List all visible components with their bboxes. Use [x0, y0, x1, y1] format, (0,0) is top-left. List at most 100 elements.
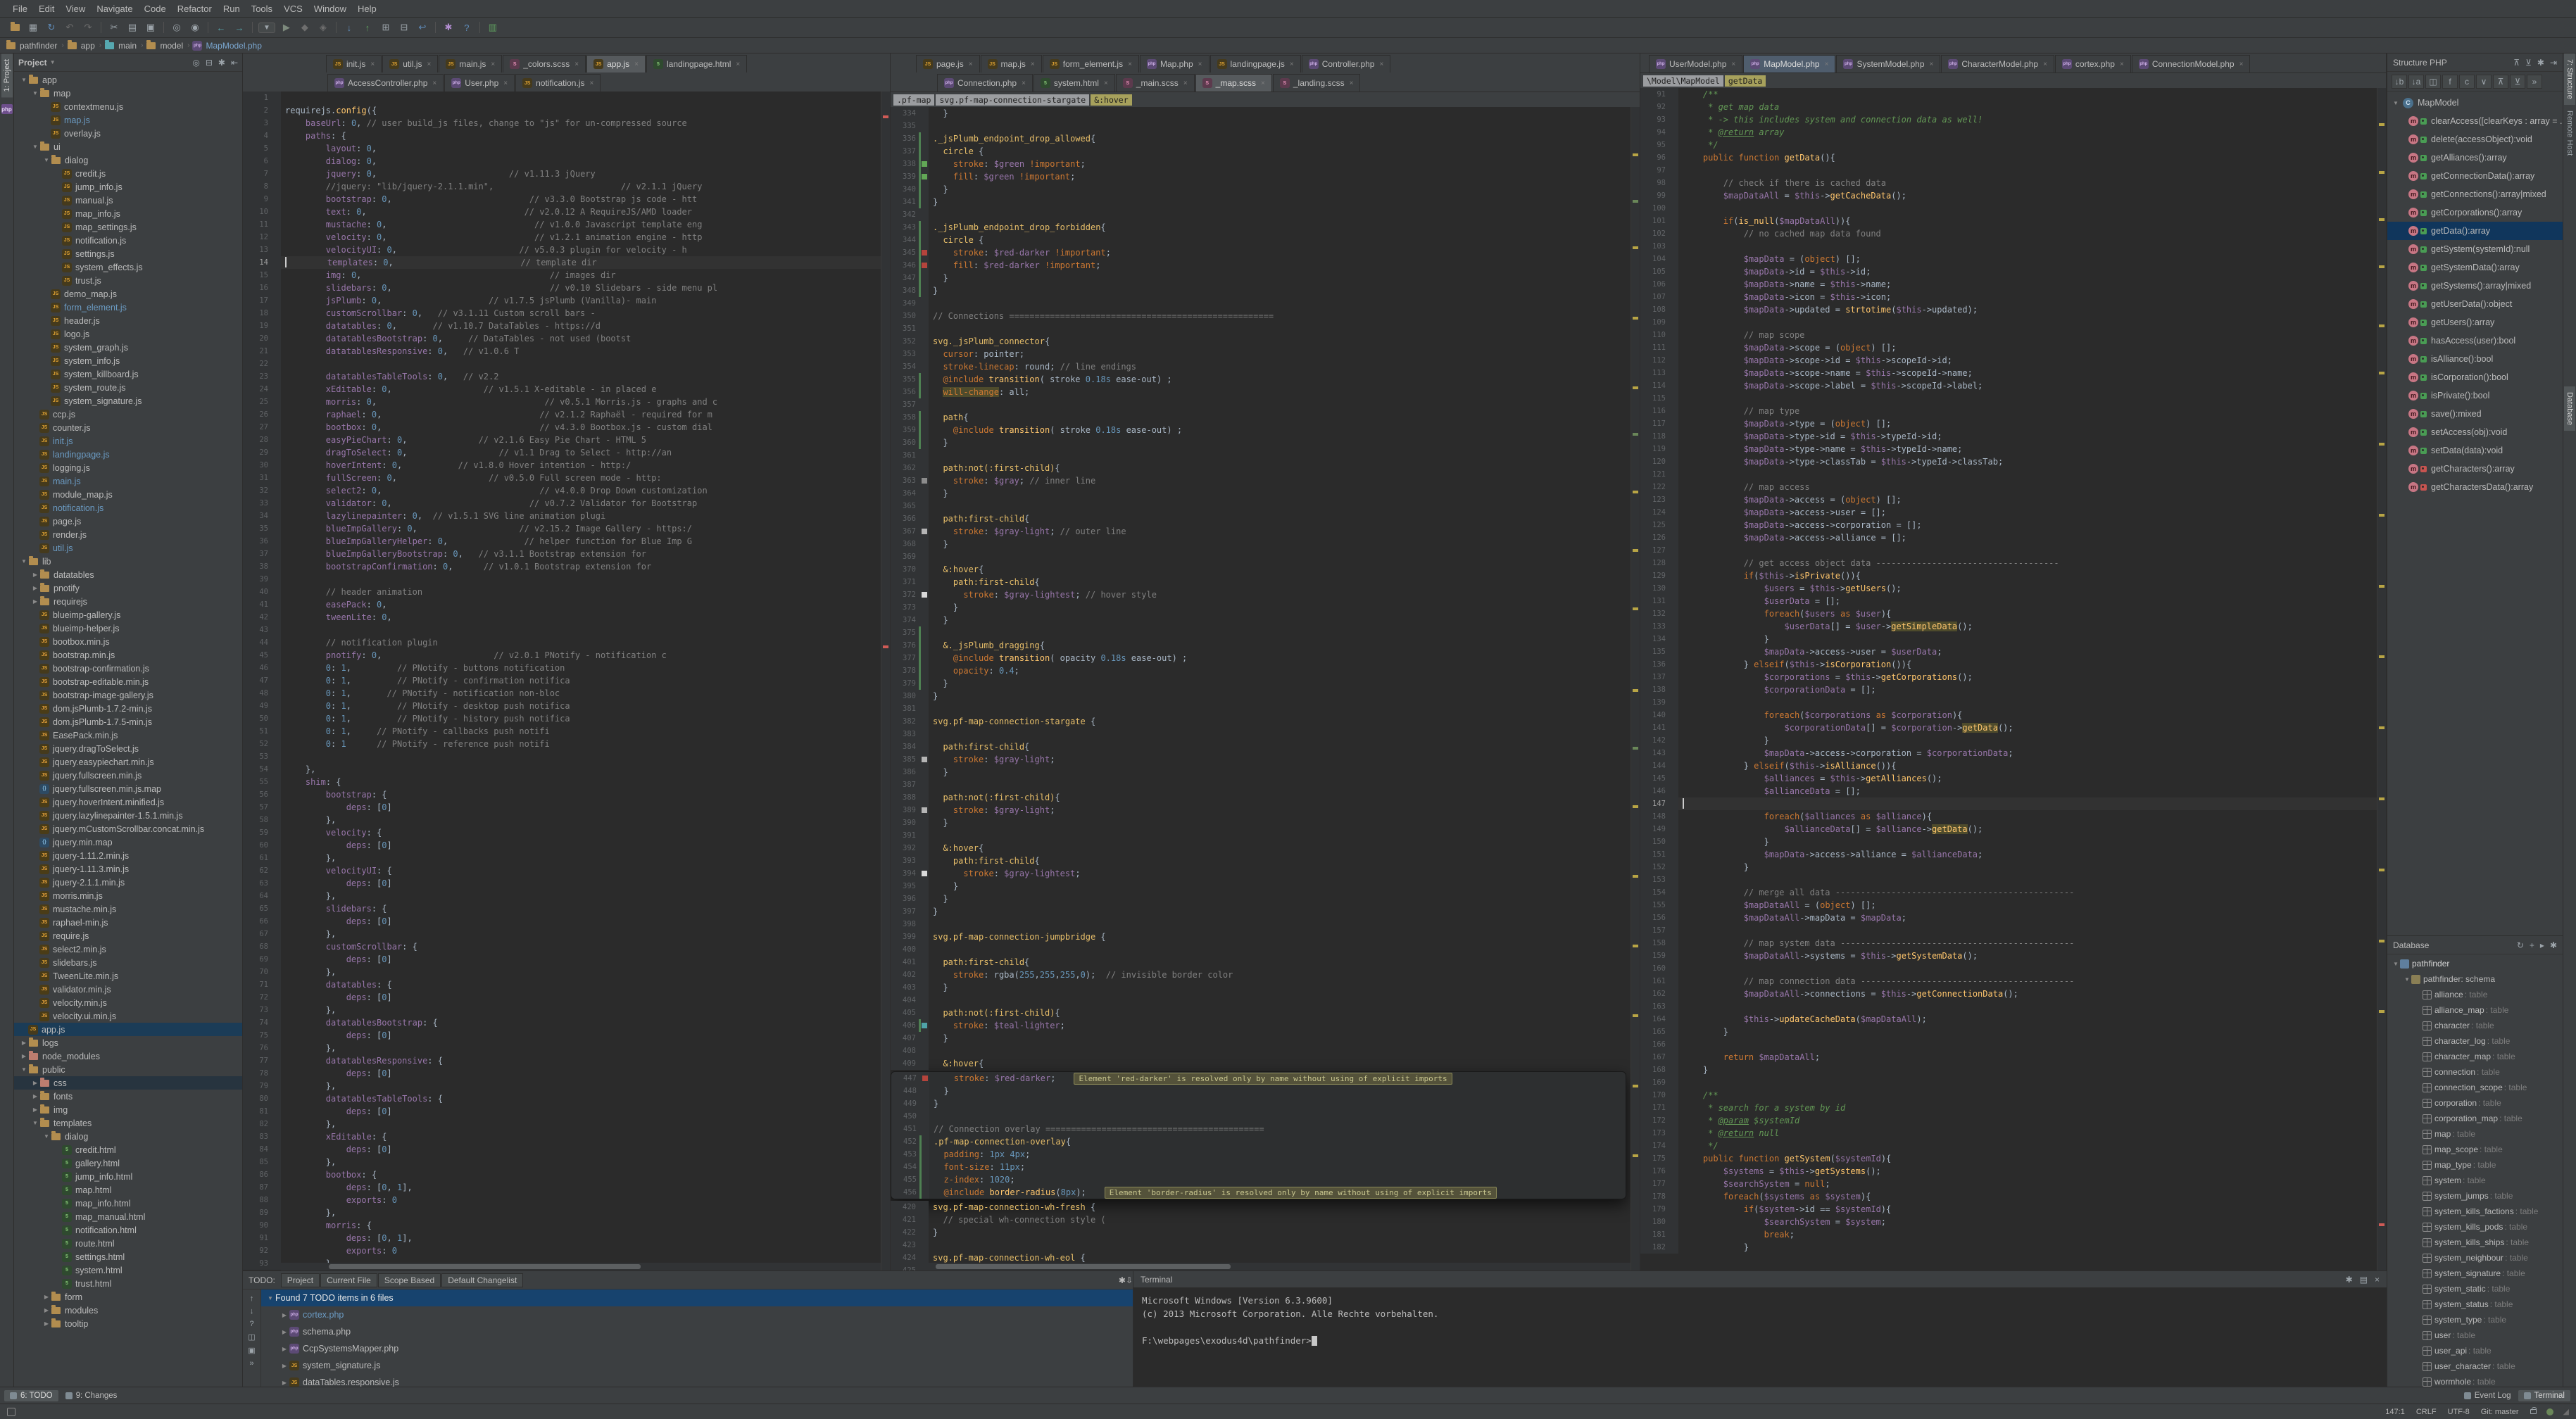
structure-method-row[interactable]: msetData(data):void	[2387, 441, 2563, 460]
db-table-row[interactable]: system_jumps: table	[2387, 1188, 2563, 1204]
todo-summary-row[interactable]: ▼Found 7 TODO items in 6 files	[261, 1289, 1133, 1306]
tree-row[interactable]: JScontextmenu.js	[14, 100, 242, 113]
tab-_main.scss[interactable]: S_main.scss×	[1116, 74, 1195, 92]
tab-init.js[interactable]: JSinit.js×	[326, 55, 382, 72]
tree-row[interactable]: 5settings.html	[14, 1250, 242, 1263]
code-line[interactable]: 421 // special wh-connection style (	[891, 1213, 1631, 1226]
code-line[interactable]: 350// Connections ======================…	[891, 310, 1631, 322]
db-table-row[interactable]: user_character: table	[2387, 1358, 2563, 1374]
code-line[interactable]: 372 stroke: $gray-lightest; // hover sty…	[891, 588, 1631, 601]
code-line[interactable]: 365	[891, 500, 1631, 512]
code-line[interactable]: 57 deps: [0]	[243, 801, 881, 814]
close-icon[interactable]: ×	[1104, 80, 1108, 87]
tree-row[interactable]: JSTweenLite.min.js	[14, 969, 242, 983]
tree-row[interactable]: JSheader.js	[14, 314, 242, 327]
settings-icon[interactable]: ✱	[440, 20, 457, 35]
code-line[interactable]: 67 },	[243, 928, 881, 940]
tree-row[interactable]: JSjquery.fullscreen.min.js	[14, 769, 242, 782]
code-line[interactable]: 48 0: 1, // PNotify - notification n…	[243, 687, 881, 700]
structure-method-row[interactable]: misAlliance():bool	[2387, 350, 2563, 368]
code-line[interactable]: 108 $mapData->updated = strtotime($this-…	[1640, 303, 2377, 316]
db-table-row[interactable]: system_status: table	[2387, 1297, 2563, 1312]
code-line[interactable]: 121	[1640, 468, 2377, 481]
code-line[interactable]: 83 xEditable: {	[243, 1130, 881, 1143]
layout-icon[interactable]: ▤	[2360, 1275, 2368, 1285]
code-line[interactable]: 49 0: 1, // PNotify - desktop push n…	[243, 700, 881, 712]
code-line[interactable]: 26 raphael: 0, // v2.1.2 Raphaël - req…	[243, 408, 881, 421]
tree-row[interactable]: 5gallery.html	[14, 1156, 242, 1170]
vcs-commit-icon[interactable]: ↑	[359, 20, 376, 35]
code-line[interactable]: 371 path:first-child{	[891, 576, 1631, 588]
code-line[interactable]: 161 // map connection data -------------…	[1640, 975, 2377, 988]
expand-arrow-icon[interactable]: ▶	[42, 1320, 51, 1327]
gear-icon[interactable]: ✱	[218, 58, 225, 68]
breadcrumb-item[interactable]: app›	[67, 41, 101, 51]
tree-row[interactable]: JSjquery-1.11.2.min.js	[14, 849, 242, 862]
tree-row[interactable]: 5notification.html	[14, 1223, 242, 1237]
code-line[interactable]: 364 }	[891, 487, 1631, 500]
tool-button-9-changes[interactable]: 9: Changes	[60, 1390, 123, 1401]
code-line[interactable]: 68 customScrollbar: {	[243, 940, 881, 953]
tree-row[interactable]: JSsystem_info.js	[14, 354, 242, 367]
code-line[interactable]: 354 stroke-linecap: round; // line endin…	[891, 360, 1631, 373]
code-line[interactable]: 4 paths: {	[243, 130, 881, 142]
code-line[interactable]: 12 velocity: 0, // v1.2.1 animation en…	[243, 231, 881, 244]
tree-row[interactable]: ▶css	[14, 1076, 242, 1090]
code-line[interactable]: 359 @include transition( stroke 0.18s ea…	[891, 424, 1631, 436]
close-icon[interactable]: ×	[2239, 61, 2244, 68]
code-line[interactable]: 2requirejs.config({	[243, 104, 881, 117]
tree-row[interactable]: JSinit.js	[14, 434, 242, 448]
locate-icon[interactable]: ◎	[192, 58, 199, 68]
close-icon[interactable]: ×	[1031, 61, 1035, 68]
code-line[interactable]: 167 return $mapDataAll;	[1640, 1051, 2377, 1064]
code-line[interactable]: 69 deps: [0]	[243, 953, 881, 966]
close-icon[interactable]: ×	[432, 80, 436, 87]
gear-icon[interactable]: ✱	[2550, 940, 2557, 950]
code-line[interactable]: 393 path:first-child{	[891, 854, 1631, 867]
project-tree[interactable]: ▼app▼mapJScontextmenu.jsJSmap.jsJSoverla…	[14, 72, 242, 1387]
code-line[interactable]: 89 },	[243, 1206, 881, 1219]
code-line[interactable]: 420svg.pf-map-connection-wh-fresh {	[891, 1201, 1631, 1213]
structure-tool-icon[interactable]: ⊼	[2493, 75, 2508, 89]
structure-tool-icon[interactable]: »	[2527, 75, 2542, 89]
code-line[interactable]: 111 $mapData->scope = (object) [];	[1640, 341, 2377, 354]
expand-arrow-icon[interactable]: ▼	[31, 1120, 39, 1126]
code-line[interactable]: 135 $mapData->access->user = $userData;	[1640, 645, 2377, 658]
code-line[interactable]: 388 path:not(:first-child){	[891, 791, 1631, 804]
code-line[interactable]: 62 velocityUI: {	[243, 864, 881, 877]
code-line[interactable]: 118 $mapData->type->id = $this->typeId->…	[1640, 430, 2377, 443]
code-line[interactable]: 130 $users = $this->getUsers();	[1640, 582, 2377, 595]
todo-tool-icon[interactable]: ↓	[250, 1307, 254, 1316]
code-line[interactable]: 380}	[891, 690, 1631, 702]
tree-row[interactable]: JSapp.js	[14, 1023, 242, 1036]
tree-row[interactable]: JSblueimp-gallery.js	[14, 608, 242, 622]
code-line[interactable]: 357	[891, 398, 1631, 411]
tab-app.js[interactable]: JSapp.js×	[586, 55, 646, 72]
code-line[interactable]: 178 foreach($systems as $system){	[1640, 1190, 2377, 1203]
close-icon[interactable]: ×	[1022, 80, 1026, 87]
code-line[interactable]: 127	[1640, 544, 2377, 557]
code-line[interactable]: 337 circle {	[891, 145, 1631, 158]
context-chip[interactable]: .pf-map	[893, 94, 934, 106]
code-line[interactable]: 3 baseUrl: 0, // user build_js files, …	[243, 117, 881, 130]
code-line[interactable]: 39	[243, 573, 881, 586]
tool-button-remote-host[interactable]: Remote Host	[2564, 105, 2575, 161]
code-line[interactable]: 107 $mapData->icon = $this->icon;	[1640, 291, 2377, 303]
close-icon[interactable]: ×	[1128, 61, 1132, 68]
db-table-row[interactable]: map_scope: table	[2387, 1142, 2563, 1157]
menu-navigate[interactable]: Navigate	[91, 2, 138, 15]
code-line[interactable]: 115	[1640, 392, 2377, 405]
code-line[interactable]: 117 $mapData->type = (object) [];	[1640, 417, 2377, 430]
code-line[interactable]: 112 $mapData->scope->id = $this->scopeId…	[1640, 354, 2377, 367]
todo-tool-icon[interactable]: »	[249, 1359, 253, 1368]
code-line[interactable]: 173 * @return null	[1640, 1127, 2377, 1140]
context-chip[interactable]: &:hover	[1091, 94, 1131, 106]
close-icon[interactable]: ×	[589, 80, 593, 87]
menu-file[interactable]: File	[7, 2, 33, 15]
db-table-row[interactable]: system: table	[2387, 1173, 2563, 1188]
tree-row[interactable]: JSbootbox.min.js	[14, 635, 242, 648]
code-line[interactable]: 10 text: 0, // v2.0.12 A RequireJS/AMD…	[243, 206, 881, 218]
tab-landingpage.js[interactable]: JSlandingpage.js×	[1210, 55, 1301, 72]
tree-row[interactable]: ▶requirejs	[14, 595, 242, 608]
tree-row[interactable]: ▶fonts	[14, 1090, 242, 1103]
